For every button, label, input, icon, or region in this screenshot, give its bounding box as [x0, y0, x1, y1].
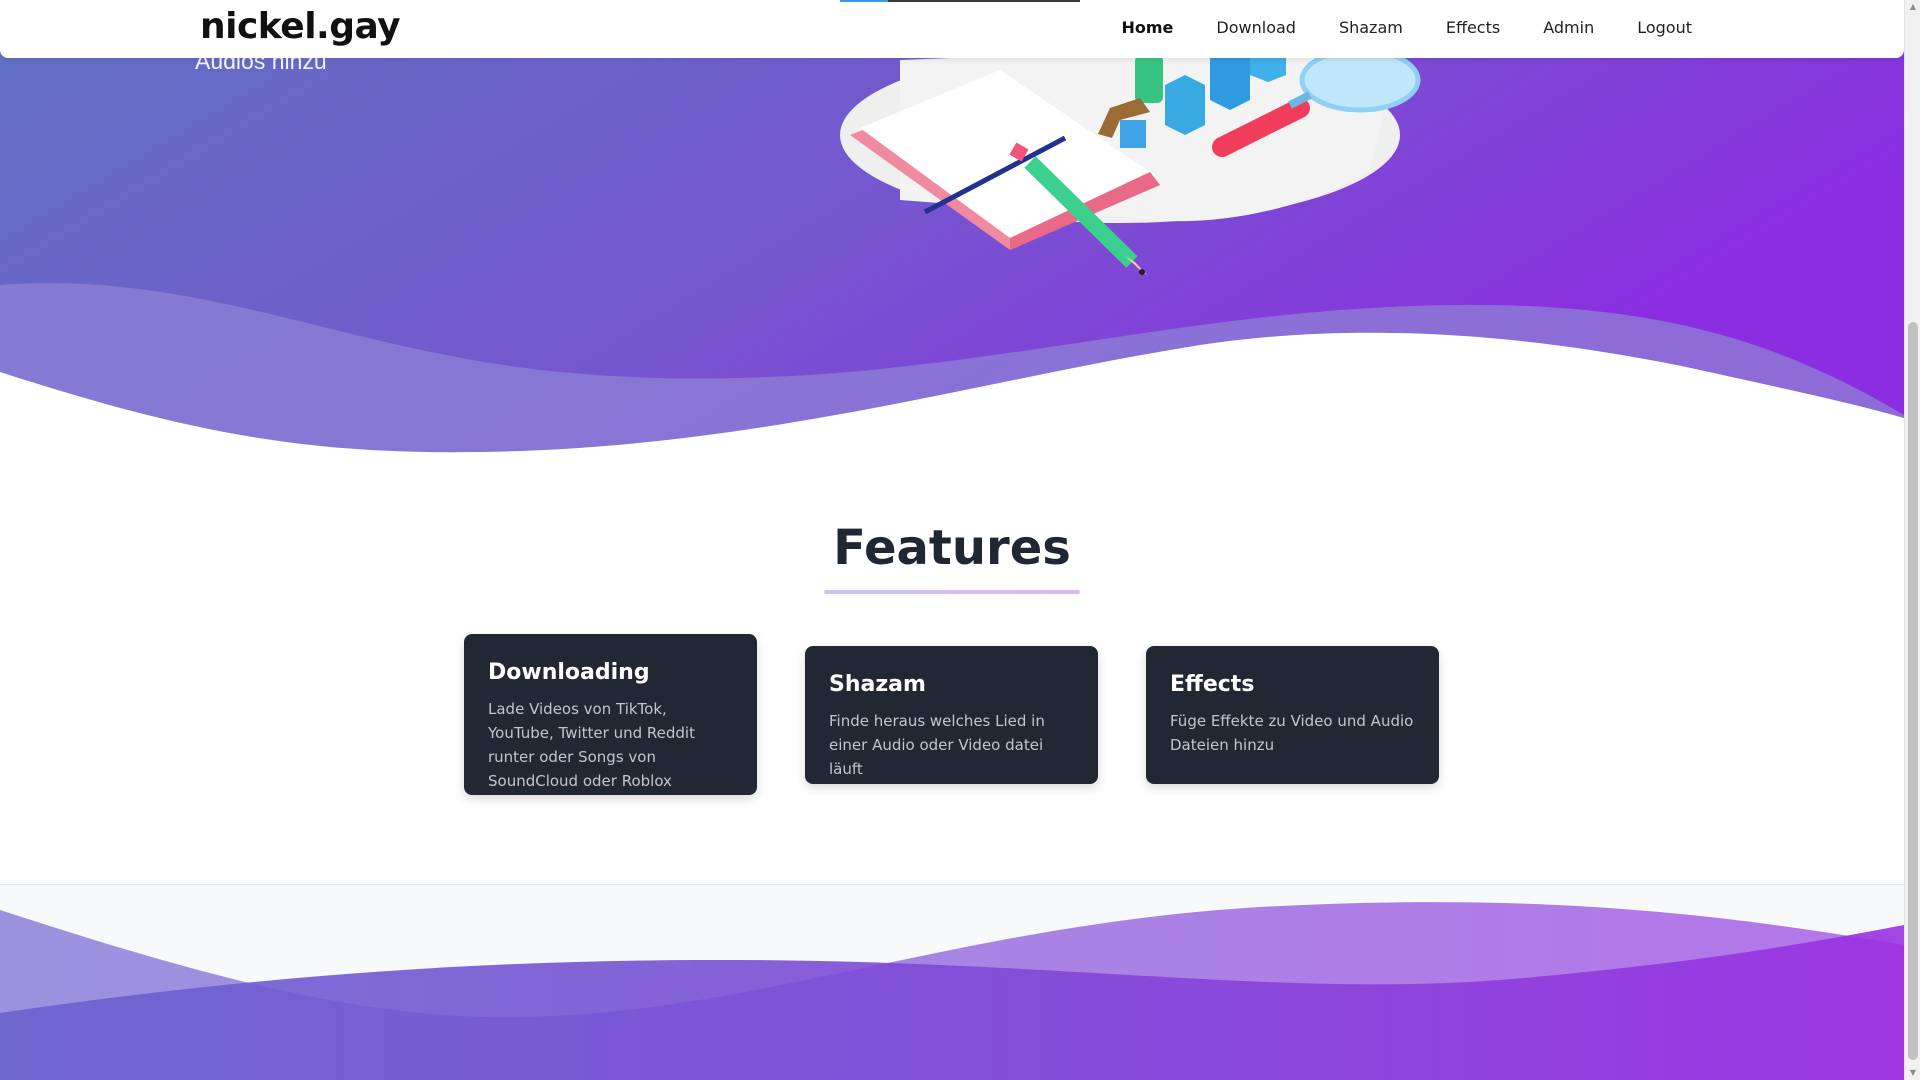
scroll-up-icon[interactable]: ▲	[1905, 0, 1920, 14]
feature-card-text: Finde heraus welches Lied in einer Audio…	[829, 712, 1045, 778]
features-heading: Features	[833, 520, 1071, 576]
nav-link-shazam[interactable]: Shazam	[1339, 18, 1403, 37]
feature-card-effects[interactable]: Effects Füge Effekte zu Video und Audio …	[1146, 646, 1439, 784]
scroll-progress-fill	[840, 0, 888, 2]
feature-card-downloading[interactable]: Downloading Lade Videos von TikTok, YouT…	[464, 634, 757, 795]
brand-logo[interactable]: nickel.gay	[200, 6, 401, 47]
footer	[0, 884, 1904, 1080]
feature-card-text: Füge Effekte zu Video und Audio Dateien …	[1170, 712, 1414, 754]
nav-link-home[interactable]: Home	[1122, 18, 1174, 37]
nav-link-admin[interactable]: Admin	[1543, 18, 1594, 37]
feature-card-title: Shazam	[829, 672, 926, 697]
nav-link-effects[interactable]: Effects	[1446, 18, 1500, 37]
page: Audios hinzu nickel.gay Home Download Sh…	[0, 0, 1904, 1080]
nav-links: Home Download Shazam Effects Admin Logou…	[1079, 18, 1693, 37]
nav-link-logout[interactable]: Logout	[1637, 18, 1692, 37]
features-heading-underline	[824, 590, 1080, 594]
footer-waves	[0, 902, 1904, 1080]
feature-card-text: Lade Videos von TikTok, YouTube, Twitter…	[488, 700, 695, 790]
navbar: nickel.gay Home Download Shazam Effects …	[0, 0, 1904, 58]
scroll-progress-bar	[840, 0, 1080, 2]
scroll-thumb[interactable]	[1908, 322, 1918, 1060]
hero-section: Audios hinzu	[0, 0, 1904, 460]
nav-link-download[interactable]: Download	[1216, 18, 1296, 37]
page-scrollbar[interactable]: ▲ ▼	[1904, 0, 1920, 1080]
feature-card-title: Downloading	[488, 660, 650, 685]
feature-card-shazam[interactable]: Shazam Finde heraus welches Lied in eine…	[805, 646, 1098, 784]
scroll-down-icon[interactable]: ▼	[1905, 1066, 1920, 1080]
feature-card-title: Effects	[1170, 672, 1255, 697]
